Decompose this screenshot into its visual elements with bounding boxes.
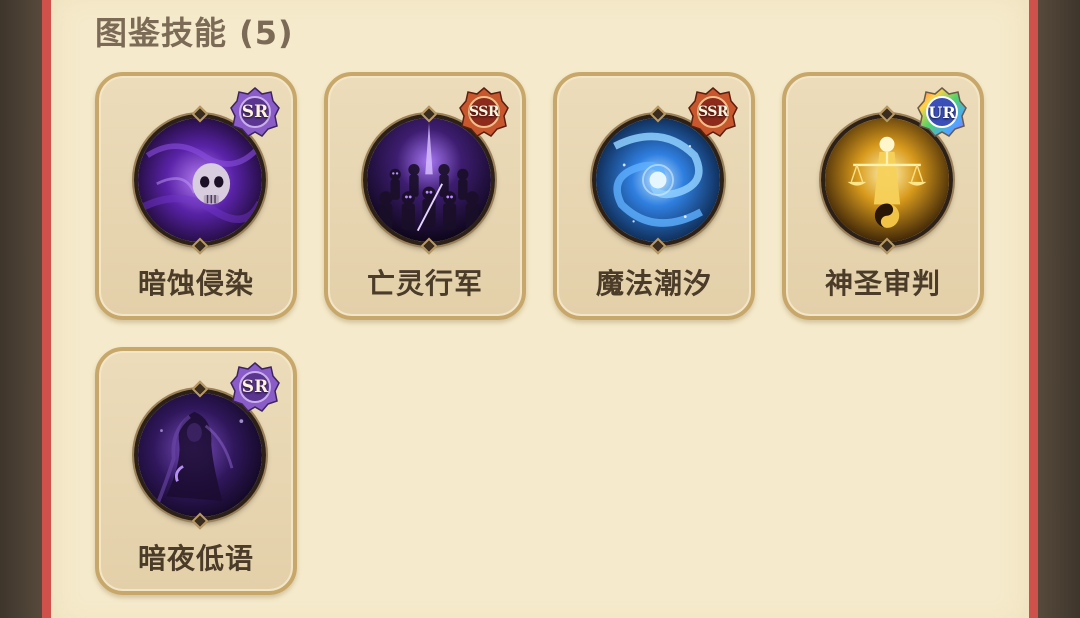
rarity-badge-label: UR <box>928 102 956 122</box>
rarity-badge-sr: SR <box>229 86 281 138</box>
skill-name: 魔法潮汐 <box>595 267 712 300</box>
skill-card-shadow-erosion[interactable]: SR 暗蚀侵染 <box>95 72 297 320</box>
section-title: 图鉴技能 (5) <box>95 14 294 52</box>
rarity-badge-ur: UR <box>916 86 968 138</box>
rarity-badge-label: SSR <box>468 104 500 120</box>
left-frame <box>0 0 42 618</box>
skill-name: 暗蚀侵染 <box>137 267 254 300</box>
rarity-badge-label: SR <box>241 377 269 397</box>
skill-card-holy-judgment[interactable]: UR 神圣审判 <box>782 72 984 320</box>
rarity-badge-sr: SR <box>229 361 281 413</box>
rarity-badge-ssr: SSR <box>687 86 739 138</box>
skill-card-undead-march[interactable]: SSR 亡灵行军 <box>324 72 526 320</box>
skill-name: 神圣审判 <box>824 267 941 300</box>
rarity-badge-label: SR <box>241 102 269 122</box>
right-frame <box>1038 0 1080 618</box>
rarity-badge-label: SSR <box>697 104 729 120</box>
rarity-badge-ssr: SSR <box>458 86 510 138</box>
skill-card-night-whisper[interactable]: SR 暗夜低语 <box>95 347 297 595</box>
skill-name: 亡灵行军 <box>366 267 483 300</box>
skill-card-magic-tide[interactable]: SSR 魔法潮汐 <box>553 72 755 320</box>
skill-name: 暗夜低语 <box>137 542 254 575</box>
